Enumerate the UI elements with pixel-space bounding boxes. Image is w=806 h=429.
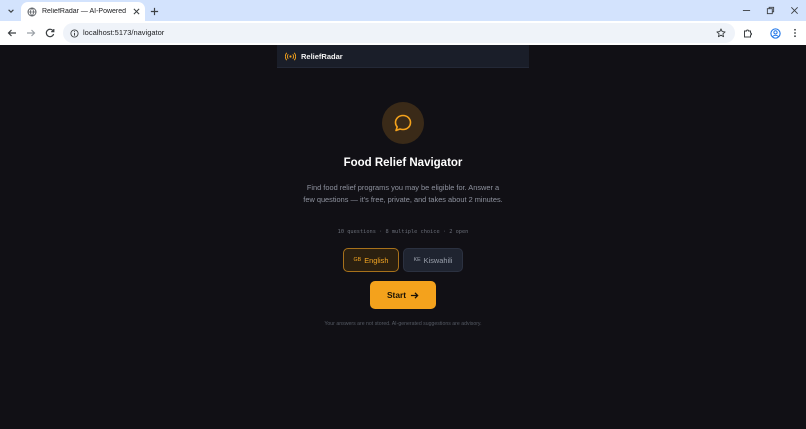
- chevron-down-icon: [8, 9, 14, 13]
- page-description: Find food relief programs you may be eli…: [303, 183, 503, 204]
- close-icon: [133, 8, 139, 15]
- plus-icon: [150, 7, 158, 15]
- language-label: English: [364, 255, 389, 265]
- close-window-button[interactable]: [787, 4, 801, 16]
- browser-tabstrip: ReliefRadar — AI-Powered Food: [0, 0, 806, 21]
- back-button[interactable]: [5, 26, 19, 40]
- tab-search-button[interactable]: [4, 4, 18, 18]
- app-header: ReliefRadar: [277, 45, 529, 68]
- tab-close-button[interactable]: [131, 7, 141, 17]
- language-label: Kiswahili: [423, 255, 453, 265]
- account-icon: [769, 27, 781, 39]
- question-summary: 10 questions · 8 multiple choice · 2 ope…: [337, 229, 469, 235]
- restore-button[interactable]: [763, 4, 777, 16]
- minimize-button[interactable]: [739, 4, 753, 16]
- address-bar[interactable]: localhost:5173/navigator: [63, 23, 735, 43]
- privacy-note: Your answers are not stored. AI-generate…: [324, 321, 482, 327]
- browser-menu-button[interactable]: [788, 26, 802, 40]
- arrow-left-icon: [7, 29, 16, 37]
- star-icon: [716, 28, 726, 38]
- start-button[interactable]: Start: [370, 281, 436, 309]
- restore-icon: [766, 6, 774, 14]
- chat-bubble-icon: [394, 114, 412, 132]
- language-code: GB: [353, 257, 362, 263]
- radio-waves-icon: [285, 51, 296, 62]
- forward-button[interactable]: [24, 26, 38, 40]
- reload-icon: [45, 28, 55, 38]
- profile-button[interactable]: [768, 26, 782, 40]
- new-tab-button[interactable]: [148, 5, 160, 17]
- tab-title: ReliefRadar — AI-Powered Food: [42, 8, 128, 15]
- language-code: KE: [413, 257, 421, 263]
- browser-tab[interactable]: ReliefRadar — AI-Powered Food: [21, 2, 145, 21]
- more-vertical-icon: [794, 28, 796, 38]
- site-info-button[interactable]: [69, 28, 79, 38]
- minimize-icon: [742, 9, 750, 11]
- browser-toolbar: localhost:5173/navigator: [0, 21, 806, 45]
- start-label: Start: [386, 290, 407, 300]
- arrow-right-icon: [410, 291, 419, 300]
- language-option-kiswahili[interactable]: KE Kiswahili: [403, 248, 463, 272]
- chat-icon-badge: [382, 102, 424, 144]
- brand-name: ReliefRadar: [301, 51, 343, 61]
- extensions-button[interactable]: [741, 26, 755, 40]
- globe-icon: [27, 7, 37, 16]
- arrow-right-icon: [27, 29, 36, 37]
- url-text: localhost:5173/navigator: [83, 28, 165, 37]
- close-icon: [790, 6, 798, 14]
- page-title: Food Relief Navigator: [343, 157, 463, 169]
- reload-button[interactable]: [43, 26, 57, 40]
- puzzle-icon: [744, 29, 752, 38]
- page-viewport: ReliefRadar Food Relief Navigator Find f…: [0, 45, 806, 429]
- bookmark-button[interactable]: [715, 27, 727, 39]
- info-icon: [69, 28, 79, 38]
- language-option-english[interactable]: GB English: [343, 248, 399, 272]
